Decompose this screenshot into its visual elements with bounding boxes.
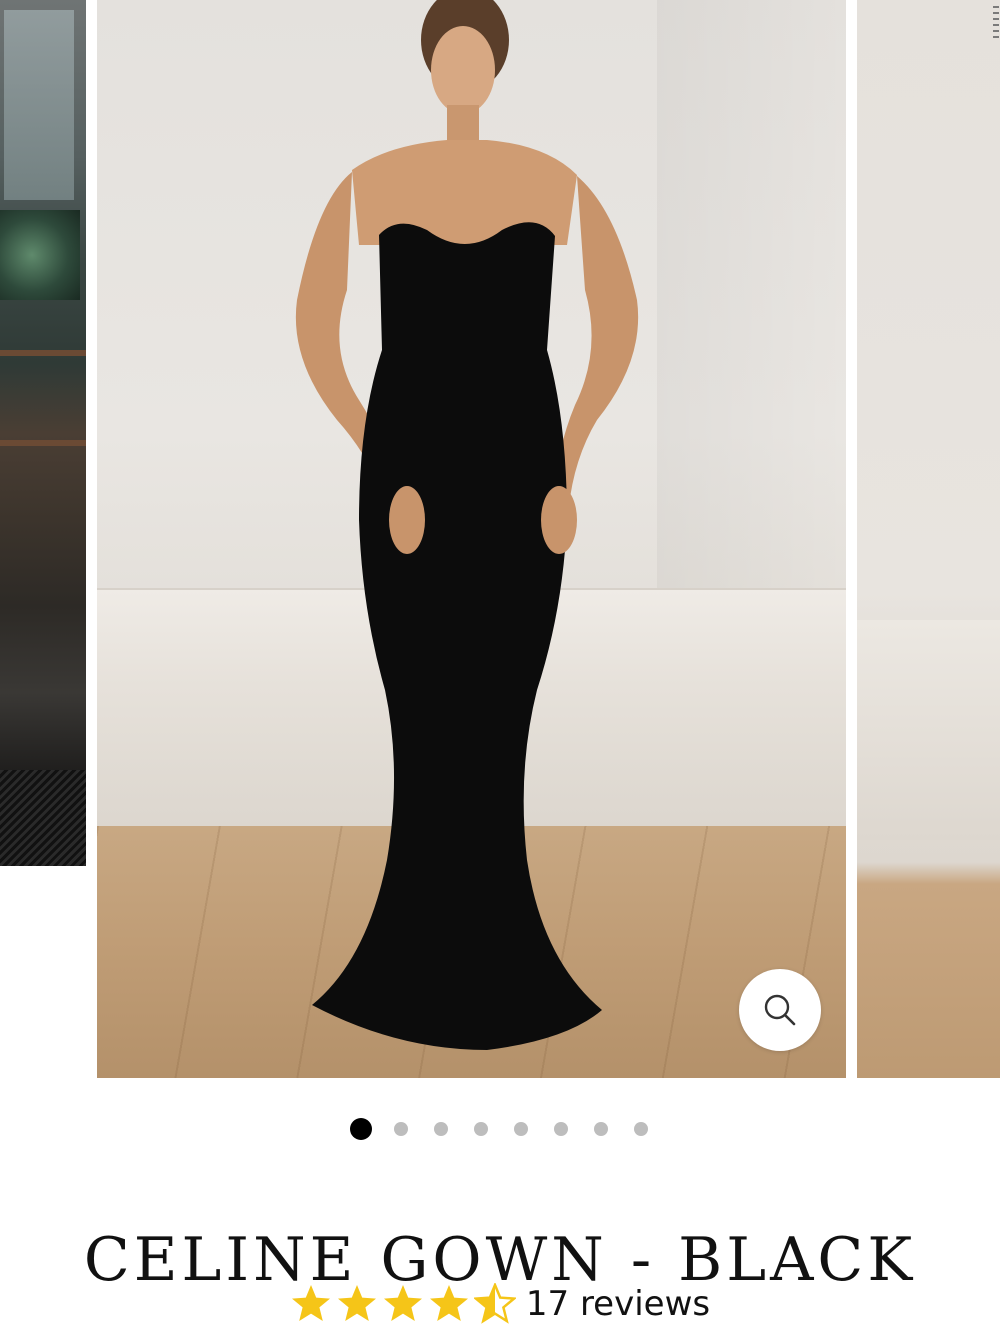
carousel-pagination — [0, 1118, 1000, 1140]
main-product-image[interactable] — [97, 0, 846, 1078]
star-icon — [337, 1285, 376, 1321]
pagination-dot[interactable] — [594, 1122, 608, 1136]
window-backdrop — [4, 10, 74, 200]
star-icon — [383, 1285, 422, 1321]
star-half-icon — [473, 1283, 516, 1324]
scroll-indicator — [993, 6, 999, 42]
zoom-button[interactable] — [739, 969, 821, 1051]
pagination-dot[interactable] — [634, 1122, 648, 1136]
star-icon — [429, 1285, 468, 1321]
pagination-dot[interactable] — [394, 1122, 408, 1136]
pagination-dot[interactable] — [434, 1122, 448, 1136]
pagination-dot-active[interactable] — [350, 1118, 372, 1140]
pagination-dot[interactable] — [554, 1122, 568, 1136]
rating-summary[interactable]: 17 reviews — [0, 1283, 1000, 1325]
model-in-black-gown — [295, 0, 639, 1051]
product-image-carousel[interactable] — [0, 0, 1000, 1078]
previous-product-image[interactable] — [0, 0, 86, 866]
pagination-dot[interactable] — [514, 1122, 528, 1136]
reviews-count[interactable]: 17 reviews — [526, 1284, 710, 1324]
magnifier-icon — [764, 994, 796, 1026]
curved-bench — [857, 620, 1000, 840]
plant-backdrop — [0, 210, 80, 300]
shelf — [0, 440, 86, 446]
rug-floor — [0, 770, 86, 866]
star-icon — [291, 1285, 330, 1321]
next-product-image[interactable] — [857, 0, 1000, 1078]
pagination-dot[interactable] — [474, 1122, 488, 1136]
star-rating — [290, 1283, 516, 1325]
shelf — [0, 350, 86, 356]
